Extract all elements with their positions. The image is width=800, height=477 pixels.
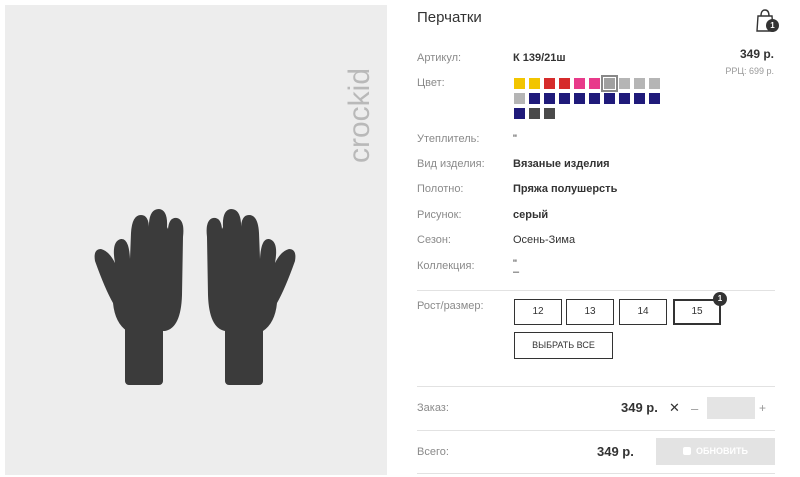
divider — [417, 386, 775, 387]
season-value: Осень-Зима — [513, 234, 576, 246]
quantity-increase-button[interactable]: + — [759, 401, 766, 415]
color-swatch[interactable] — [544, 93, 555, 104]
color-swatch[interactable] — [634, 93, 645, 104]
color-swatch[interactable] — [634, 78, 645, 89]
color-swatch[interactable] — [559, 93, 570, 104]
size-option-13[interactable]: 13 — [566, 299, 614, 325]
color-swatch[interactable] — [544, 78, 555, 89]
color-swatch[interactable] — [574, 93, 585, 104]
size-option-14[interactable]: 14 — [619, 299, 667, 325]
color-swatch[interactable] — [649, 78, 660, 89]
fabric-label: Полотно: — [417, 183, 464, 195]
update-button-label: ОБНОВИТЬ — [696, 446, 748, 456]
product-image-panel: crockid — [5, 5, 387, 475]
color-swatch[interactable] — [601, 75, 618, 92]
divider — [417, 473, 775, 474]
season-label: Сезон: — [417, 234, 451, 246]
color-swatch[interactable] — [589, 93, 600, 104]
divider — [417, 430, 775, 431]
collection-value-2: – — [513, 266, 520, 278]
type-label: Вид изделия: — [417, 158, 485, 170]
color-swatches — [514, 75, 664, 119]
color-swatch[interactable] — [514, 78, 525, 89]
order-price: 349 р. — [621, 400, 658, 415]
color-swatch[interactable] — [619, 78, 630, 89]
size-label: Рост/размер: — [417, 300, 484, 312]
color-swatch[interactable] — [529, 78, 540, 89]
select-all-button[interactable]: ВЫБРАТЬ ВСЕ — [514, 332, 613, 359]
brand-logo: crockid — [345, 68, 375, 163]
product-rrp: РРЦ: 699 р. — [725, 66, 774, 76]
quantity-decrease-button[interactable]: – — [691, 401, 698, 416]
collection-label: Коллекция: — [417, 260, 475, 272]
right-glove — [206, 209, 296, 385]
fabric-value: Пряжа полушерсть — [513, 183, 618, 195]
brand-logo-text: crockid — [345, 68, 375, 163]
color-label: Цвет: — [417, 77, 445, 89]
color-swatch[interactable] — [574, 78, 585, 89]
type-value: Вязаные изделия — [513, 158, 610, 170]
product-photo-gloves — [94, 209, 296, 385]
article-label: Артикул: — [417, 52, 462, 64]
refresh-icon — [683, 447, 692, 455]
size-option-12[interactable]: 12 — [514, 299, 562, 325]
color-swatch[interactable] — [649, 93, 660, 104]
product-title: Перчатки — [417, 9, 482, 26]
color-swatch[interactable] — [619, 93, 630, 104]
article-value: К 139/21ш — [513, 52, 566, 64]
size-count-badge: 1 — [713, 292, 727, 306]
color-swatch[interactable] — [589, 78, 600, 89]
multiply-icon: ✕ — [669, 400, 680, 415]
color-swatch[interactable] — [529, 93, 540, 104]
total-price: 349 р. — [597, 444, 634, 459]
color-swatch[interactable] — [544, 108, 555, 119]
total-label: Всего: — [417, 446, 449, 458]
quantity-input[interactable] — [707, 397, 755, 419]
update-button[interactable]: ОБНОВИТЬ — [656, 438, 775, 465]
color-swatch[interactable] — [514, 108, 525, 119]
pattern-label: Рисунок: — [417, 209, 462, 221]
color-swatch[interactable] — [604, 93, 615, 104]
insulation-label: Утеплитель: — [417, 133, 480, 145]
color-swatch[interactable] — [559, 78, 570, 89]
color-swatch[interactable] — [514, 93, 525, 104]
product-price: 349 р. — [739, 47, 774, 61]
order-label: Заказ: — [417, 402, 449, 414]
pattern-value: серый — [513, 209, 549, 221]
divider — [417, 290, 775, 291]
color-swatch[interactable] — [529, 108, 540, 119]
insulation-value: " — [513, 133, 517, 145]
left-glove — [94, 209, 184, 385]
cart-count-badge: 1 — [766, 19, 779, 32]
